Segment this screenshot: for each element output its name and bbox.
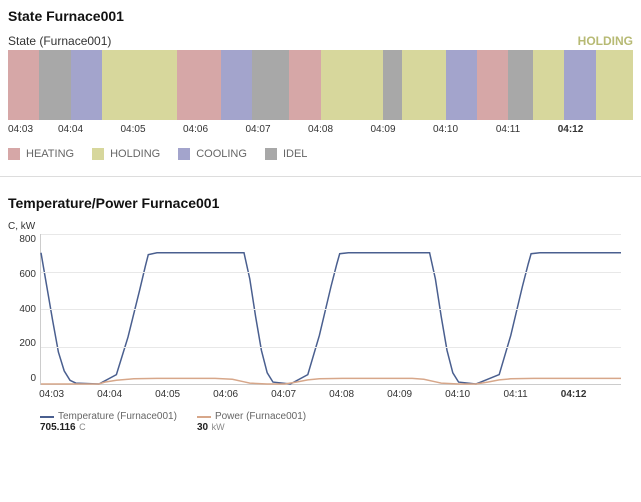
state-segment [321, 50, 384, 120]
x-tick: 04:04 [97, 389, 122, 400]
series-current-value: 30 [197, 422, 208, 433]
state-legend: HEATING HOLDING COOLING IDEL [8, 148, 633, 160]
line-plot-area[interactable] [40, 234, 621, 385]
series-unit: C [77, 422, 86, 432]
state-current-value: HOLDING [578, 34, 633, 48]
legend-swatch-icon [92, 148, 104, 160]
y-axis-label: C, kW [8, 221, 633, 232]
state-segment [252, 50, 290, 120]
x-tick: 04:08 [308, 124, 333, 135]
state-segment [177, 50, 221, 120]
legend-item: HEATING [8, 148, 74, 160]
legend-label: HEATING [26, 148, 74, 160]
state-subheader: State (Furnace001) HOLDING [8, 34, 633, 48]
legend-dash-icon [40, 416, 54, 418]
grid-line [41, 347, 621, 348]
y-axis: 800 600 400 200 0 [8, 234, 40, 384]
x-tick: 04:11 [496, 124, 520, 135]
legend-item: HOLDING [92, 148, 160, 160]
x-tick: 04:05 [120, 124, 145, 135]
x-tick: 04:12 [561, 389, 587, 400]
legend-item: IDEL [265, 148, 307, 160]
state-panel-title: State Furnace001 [8, 8, 633, 24]
x-tick: 04:05 [155, 389, 180, 400]
y-tick: 800 [19, 234, 36, 245]
state-segment [402, 50, 446, 120]
x-tick: 04:03 [8, 124, 33, 135]
y-tick: 0 [30, 373, 36, 384]
legend-swatch-icon [178, 148, 190, 160]
series-current-value: 705.116 [40, 422, 76, 433]
state-series-label: State (Furnace001) [8, 34, 111, 48]
series-name: Power (Furnace001) [215, 411, 306, 422]
x-tick: 04:07 [245, 124, 270, 135]
x-tick: 04:03 [39, 389, 64, 400]
state-segment [564, 50, 595, 120]
x-tick: 04:10 [445, 389, 470, 400]
series-legend-item: Power (Furnace001) 30 kW [197, 411, 306, 433]
grid-line [41, 234, 621, 235]
series-legend-item: Temperature (Furnace001)705.116 C [40, 411, 177, 433]
y-tick: 200 [19, 338, 36, 349]
line-panel-title: Temperature/Power Furnace001 [8, 195, 633, 211]
state-segment [383, 50, 402, 120]
legend-swatch-icon [8, 148, 20, 160]
line-panel: Temperature/Power Furnace001 C, kW 800 60… [0, 187, 641, 433]
state-panel: State Furnace001 State (Furnace001) HOLD… [0, 0, 641, 160]
legend-dash-icon [197, 416, 211, 418]
series-unit: kW [209, 422, 225, 432]
series-name: Temperature (Furnace001) [58, 411, 177, 422]
x-tick: 04:04 [58, 124, 83, 135]
state-segment [508, 50, 533, 120]
y-tick: 600 [19, 269, 36, 280]
x-tick: 04:10 [433, 124, 458, 135]
state-segment [477, 50, 508, 120]
grid-line [41, 272, 621, 273]
grid-line [41, 309, 621, 310]
state-segment [221, 50, 252, 120]
series-line [41, 378, 621, 384]
state-timeline[interactable] [8, 50, 633, 120]
state-segment [289, 50, 320, 120]
state-segment [8, 50, 39, 120]
line-legend: Temperature (Furnace001)705.116 C Power (… [40, 411, 633, 433]
state-segment [533, 50, 564, 120]
legend-item: COOLING [178, 148, 247, 160]
state-segment [102, 50, 177, 120]
legend-label: COOLING [196, 148, 247, 160]
x-tick: 04:09 [370, 124, 395, 135]
x-tick: 04:09 [387, 389, 412, 400]
state-segment [71, 50, 102, 120]
legend-label: IDEL [283, 148, 307, 160]
legend-swatch-icon [265, 148, 277, 160]
line-x-axis: 04:03 04:04 04:05 04:06 04:07 04:08 04:09 04:10… [40, 389, 620, 405]
state-x-axis: 04:03 04:04 04:05 04:06 04:07 04:08 04:09 04:10… [8, 124, 633, 140]
x-tick: 04:07 [271, 389, 296, 400]
state-segment [446, 50, 477, 120]
x-tick: 04:06 [213, 389, 238, 400]
state-segment [39, 50, 70, 120]
x-tick: 04:11 [503, 389, 527, 400]
x-tick: 04:06 [183, 124, 208, 135]
state-segment [596, 50, 634, 120]
panel-divider [0, 176, 641, 177]
x-tick: 04:12 [558, 124, 584, 135]
y-tick: 400 [19, 304, 36, 315]
x-tick: 04:08 [329, 389, 354, 400]
legend-label: HOLDING [110, 148, 160, 160]
